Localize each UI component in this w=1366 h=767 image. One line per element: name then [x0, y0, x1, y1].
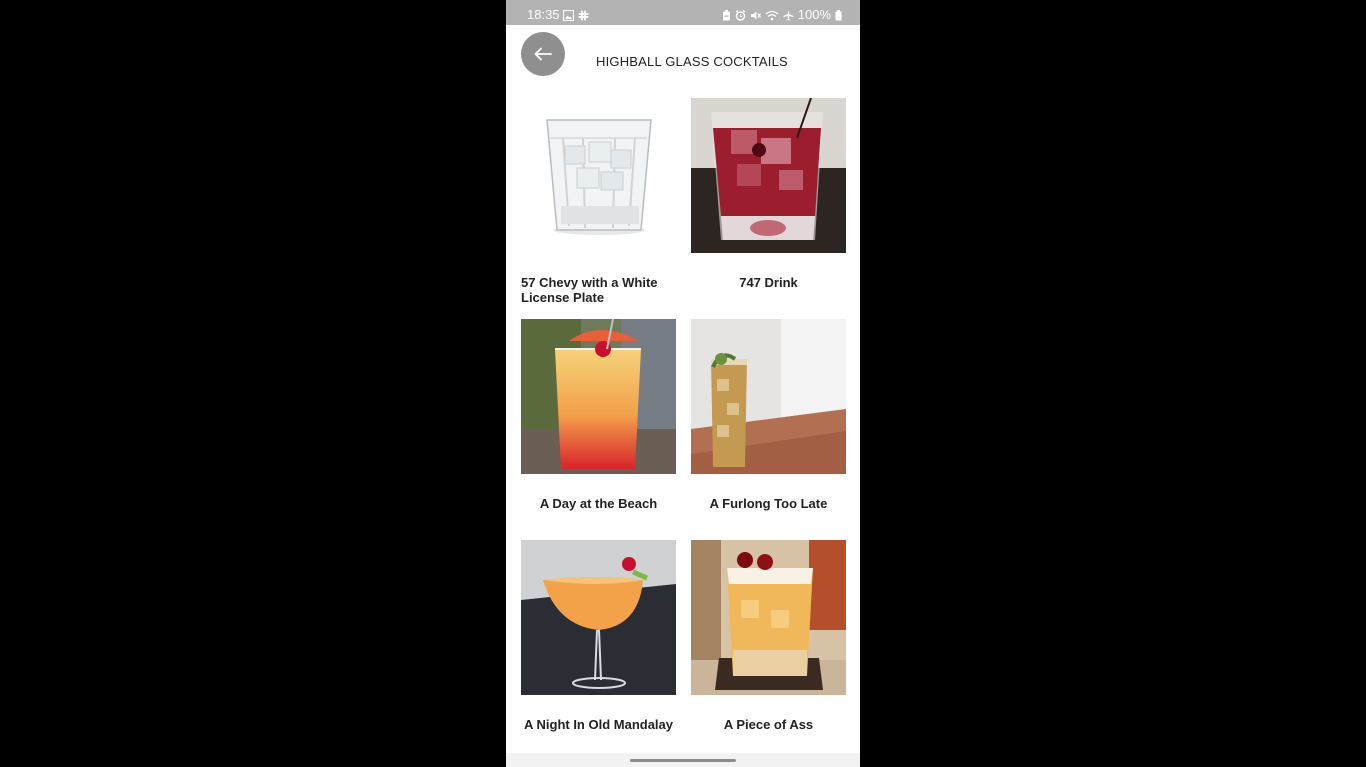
back-button[interactable] [521, 32, 565, 76]
cocktail-card-57-chevy[interactable]: 57 Chevy with a White License Plate [521, 98, 676, 305]
navigation-bar [506, 753, 860, 767]
status-system-icons: 100% [722, 8, 842, 22]
battery-percent: 100% [797, 7, 831, 22]
alarm-icon [735, 9, 746, 21]
battery-saver-icon [722, 9, 730, 20]
home-indicator[interactable] [630, 759, 736, 762]
cocktail-image [521, 98, 676, 253]
cocktail-card-day-at-the-beach[interactable]: A Day at the Beach [521, 319, 676, 511]
cocktail-name: A Night In Old Mandalay [523, 717, 674, 732]
app-screen: 18:35 100% HIGHBALL GLASS COCKTAILS 57 C… [506, 0, 860, 767]
cocktail-name: 57 Chevy with a White License Plate [521, 275, 658, 305]
cocktail-image [521, 319, 676, 474]
cocktail-card-747-drink[interactable]: 747 Drink [691, 98, 846, 290]
cocktail-name: A Furlong Too Late [709, 496, 828, 511]
cocktail-card-furlong-too-late[interactable]: A Furlong Too Late [691, 319, 846, 511]
cocktail-name: 747 Drink [739, 275, 798, 290]
status-notification-icons [563, 10, 589, 21]
page-title: HIGHBALL GLASS COCKTAILS [596, 54, 788, 69]
cocktail-image [521, 540, 676, 695]
slack-icon [578, 10, 589, 21]
status-bar: 18:35 100% [506, 0, 860, 25]
wifi-icon [765, 10, 779, 20]
image-icon [563, 10, 574, 21]
status-time: 18:35 [527, 7, 560, 22]
cocktail-image [691, 319, 846, 474]
battery-icon [835, 9, 842, 20]
cocktail-card-piece-of-ass[interactable]: A Piece of Ass [691, 540, 846, 732]
cocktail-image [691, 98, 846, 253]
cocktail-name: A Piece of Ass [723, 717, 814, 732]
cocktail-image [691, 540, 846, 695]
cocktail-card-night-in-old-mandalay[interactable]: A Night In Old Mandalay [521, 540, 676, 732]
airplane-icon [783, 10, 794, 20]
arrow-left-icon [534, 47, 552, 61]
mute-icon [750, 11, 761, 19]
cocktail-name: A Day at the Beach [539, 496, 658, 511]
